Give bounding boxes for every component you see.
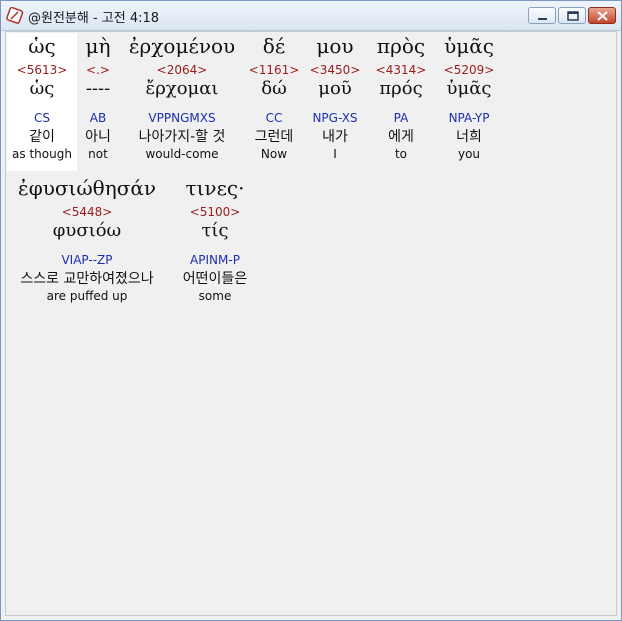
word-column[interactable]: μὴ <.> ---- AB 아니 not [77, 36, 119, 160]
korean-gloss: 나아가지-할 것 [138, 129, 226, 145]
greek-word: τινες· [185, 176, 245, 200]
parse-code: VIAP--ZP [61, 253, 113, 267]
korean-gloss: 에게 [388, 129, 414, 145]
title-bar[interactable]: @원전분해 - 고전 4:18 [1, 1, 621, 31]
parse-code: VPPNGMXS [148, 111, 216, 125]
english-gloss: are puffed up [46, 289, 128, 303]
english-gloss: not [88, 147, 108, 161]
greek-word: πρὸς [376, 34, 426, 58]
greek-word: ἐφυσιώθησάν [17, 176, 157, 200]
greek-word: μου [316, 34, 354, 58]
english-gloss: to [394, 147, 408, 161]
lemma: δώ [261, 78, 287, 99]
parse-code: NPG-XS [312, 111, 358, 125]
greek-word: ὡς [28, 34, 56, 58]
word-column[interactable]: πρὸς <4314> πρός PA 에게 to [370, 36, 432, 160]
lemma: ὡς [29, 78, 55, 99]
app-window: @원전분해 - 고전 4:18 ὡς <5613> ὡς CS 같이 as th… [0, 0, 622, 621]
english-gloss: Now [260, 147, 288, 161]
korean-gloss: 스스로 교만하여졌으나 [20, 271, 154, 287]
minimize-icon [538, 18, 547, 20]
analysis-panel[interactable]: ὡς <5613> ὡς CS 같이 as though μὴ <.> ----… [5, 31, 617, 616]
korean-gloss: 너희 [456, 129, 482, 145]
window-title: @원전분해 - 고전 4:18 [28, 11, 160, 26]
greek-word: μὴ [85, 34, 111, 58]
lemma: φυσιόω [52, 220, 122, 241]
word-column[interactable]: τινες· <5100> τίς APINM-P 어떤이들은 some [172, 178, 258, 302]
korean-gloss: 아니 [85, 129, 111, 145]
close-button[interactable] [588, 7, 616, 24]
parse-code: NPA-YP [448, 111, 490, 125]
korean-gloss: 내가 [322, 129, 348, 145]
app-icon[interactable] [6, 6, 24, 25]
parse-code: APINM-P [190, 253, 240, 267]
word-column[interactable]: ἐρχομένου <2064> ἔρχομαι VPPNGMXS 나아가지-할… [121, 36, 243, 160]
parse-code: AB [89, 111, 107, 125]
korean-gloss: 그런데 [254, 129, 294, 145]
lemma: τίς [201, 220, 229, 241]
maximize-button[interactable] [558, 7, 586, 24]
parse-code: CC [265, 111, 283, 125]
lemma: μοῦ [318, 78, 352, 99]
word-column[interactable]: δέ <1161> δώ CC 그런데 Now [248, 36, 300, 160]
english-gloss: I [333, 147, 337, 161]
word-column[interactable]: ἐφυσιώθησάν <5448> φυσιόω VIAP--ZP 스스로 교… [7, 178, 167, 302]
maximize-icon [567, 11, 579, 21]
close-icon [597, 11, 608, 21]
english-gloss: some [198, 289, 232, 303]
lemma: πρός [379, 78, 423, 99]
korean-gloss: 같이 [29, 129, 55, 145]
english-gloss: as though [12, 147, 72, 161]
greek-word: δέ [262, 34, 286, 58]
english-gloss: would-come [145, 147, 219, 161]
korean-gloss: 어떤이들은 [182, 271, 248, 287]
greek-word: ἐρχομένου [128, 34, 236, 58]
word-column[interactable]: ὑμᾶς <5209> ὑμᾶς NPA-YP 너희 you [436, 36, 502, 160]
parse-code: PA [393, 111, 409, 125]
word-column[interactable]: ὡς <5613> ὡς CS 같이 as though [7, 36, 77, 160]
english-gloss: you [457, 147, 481, 161]
lemma: ---- [85, 78, 111, 99]
minimize-button[interactable] [528, 7, 556, 24]
greek-word: ὑμᾶς [444, 34, 494, 58]
lemma: ἔρχομαι [145, 78, 219, 99]
lemma: ὑμᾶς [446, 78, 492, 99]
parse-code: CS [34, 111, 50, 125]
word-column[interactable]: μου <3450> μοῦ NPG-XS 내가 I [304, 36, 366, 160]
